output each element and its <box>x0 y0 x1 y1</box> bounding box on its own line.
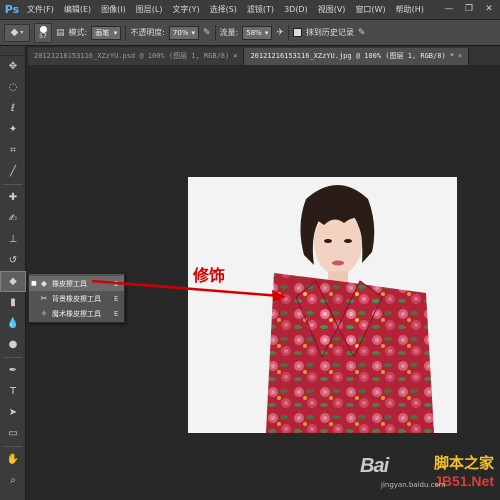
clone-stamp-tool-icon[interactable]: ⊥ <box>0 229 26 250</box>
blur-tool-icon[interactable]: 💧 <box>0 313 26 334</box>
menu-3d[interactable]: 3D(D) <box>279 0 313 20</box>
shortcut-key: E <box>114 294 119 303</box>
erase-history-checkbox[interactable] <box>292 28 302 37</box>
window-controls: — ❐ ✕ <box>442 3 496 15</box>
flyout-item-eraser[interactable]: ■ ◆ 橡皮擦工具 E <box>29 276 124 291</box>
flyout-item-label: 橡皮擦工具 <box>52 279 87 288</box>
chevron-down-icon: ▾ <box>191 28 195 37</box>
magic-wand-tool-icon[interactable]: ✦ <box>0 119 26 140</box>
divider <box>125 24 127 41</box>
minimize-button[interactable]: — <box>442 3 456 15</box>
eraser-tool-flyout: ■ ◆ 橡皮擦工具 E ✂ 背景橡皮擦工具 E ✧ 魔术橡皮擦工具 E <box>28 273 125 323</box>
marquee-tool-icon[interactable]: ◌ <box>0 77 26 98</box>
divider <box>287 24 289 41</box>
zoom-tool-icon[interactable]: ⌕ <box>0 470 26 491</box>
divider <box>3 357 22 358</box>
move-tool-icon[interactable]: ✥ <box>0 56 26 77</box>
background-eraser-icon: ✂ <box>40 294 48 303</box>
menu-view[interactable]: 视图(V) <box>313 0 351 20</box>
selected-dot-icon: ■ <box>31 280 37 287</box>
document-canvas[interactable] <box>188 177 457 433</box>
shortcut-key: E <box>114 309 119 318</box>
flow-value: 58% <box>246 28 262 37</box>
opacity-label: 不透明度: <box>130 28 165 37</box>
pen-tool-icon[interactable]: ✒ <box>0 360 26 381</box>
eraser-tool-icon[interactable]: ◆ <box>0 271 26 292</box>
divider <box>3 184 22 185</box>
tab-jpg-document[interactable]: 20121216153116_XZzYU.jpg @ 100% (图层 1, R… <box>244 48 470 65</box>
magic-eraser-icon: ✧ <box>40 309 48 318</box>
path-selection-tool-icon[interactable]: ➤ <box>0 402 26 423</box>
tab-label: 20121216153116_XZzYU.jpg @ 100% (图层 1, R… <box>250 52 455 60</box>
annotation-label: 修饰 <box>193 266 226 285</box>
gradient-tool-icon[interactable]: ▮ <box>0 292 26 313</box>
menu-bar: Ps 文件(F) 编辑(E) 图像(I) 图层(L) 文字(Y) 选择(S) 滤… <box>0 0 500 20</box>
mode-select[interactable]: 画笔 ▾ <box>91 25 122 40</box>
brush-tool-icon[interactable]: ✍ <box>0 208 26 229</box>
eraser-icon: ◆ <box>10 27 19 38</box>
options-bar: ◆ ▾ 57 ▤ 模式: 画笔 ▾ 不透明度: 70% ▾ ✎ 流量: 58% … <box>0 20 500 46</box>
chevron-down-icon: ▾ <box>113 28 118 37</box>
tool-preset-picker[interactable]: ◆ ▾ <box>4 23 30 42</box>
type-tool-icon[interactable]: T <box>0 381 26 402</box>
tab-label: 20121216153116_XZzYU.psd @ 100% (图层 1, R… <box>34 52 230 60</box>
menu-type[interactable]: 文字(Y) <box>167 0 204 20</box>
close-icon[interactable]: × <box>458 52 462 60</box>
chevron-down-icon: ▾ <box>264 28 269 37</box>
tools-panel: ✥ ◌ ℓ ✦ ⌗ ╱ ✚ ✍ ⊥ ↺ ◆ ▮ 💧 ● ✒ T ➤ ▭ ✋ ⌕ <box>0 46 26 500</box>
close-icon[interactable]: × <box>233 52 237 60</box>
menu-window[interactable]: 窗口(W) <box>350 0 390 20</box>
flyout-item-label: 背景橡皮擦工具 <box>52 294 101 303</box>
flyout-item-magic-eraser[interactable]: ✧ 魔术橡皮擦工具 E <box>29 306 124 321</box>
eraser-icon: ◆ <box>40 279 48 288</box>
airbrush-icon[interactable]: ✈ <box>276 28 284 38</box>
hand-tool-icon[interactable]: ✋ <box>0 449 26 470</box>
menu-file[interactable]: 文件(F) <box>22 0 59 20</box>
photoshop-window: Ps 文件(F) 编辑(E) 图像(I) 图层(L) 文字(Y) 选择(S) 滤… <box>0 0 500 500</box>
brush-size-value: 57 <box>39 32 47 40</box>
close-button[interactable]: ✕ <box>482 3 496 15</box>
menu-layer[interactable]: 图层(L) <box>131 0 168 20</box>
pressure-opacity-icon[interactable]: ✎ <box>203 28 211 38</box>
panel-grip[interactable] <box>0 46 25 56</box>
opacity-value: 70% <box>172 28 189 37</box>
menu-select[interactable]: 选择(S) <box>205 0 242 20</box>
crop-tool-icon[interactable]: ⌗ <box>0 140 26 161</box>
brush-preset-picker[interactable]: 57 <box>34 22 52 43</box>
erase-history-label: 抹到历史记录 <box>305 28 354 37</box>
flyout-item-background-eraser[interactable]: ✂ 背景橡皮擦工具 E <box>29 291 124 306</box>
opacity-field[interactable]: 70% ▾ <box>168 25 199 40</box>
menu-help[interactable]: 帮助(H) <box>391 0 429 20</box>
shape-tool-icon[interactable]: ▭ <box>0 423 26 444</box>
divider <box>214 24 216 41</box>
dodge-tool-icon[interactable]: ● <box>0 334 26 355</box>
flyout-item-label: 魔术橡皮擦工具 <box>52 309 101 318</box>
mode-value: 画笔 <box>95 28 110 37</box>
menu-edit[interactable]: 编辑(E) <box>59 0 96 20</box>
chevron-down-icon: ▾ <box>20 29 24 36</box>
jb51-cn-text: 脚本之家 <box>433 454 494 472</box>
divider <box>3 446 22 447</box>
menu-image[interactable]: 图像(I) <box>96 0 131 20</box>
restore-button[interactable]: ❐ <box>462 3 476 15</box>
baidu-watermark: Bai <box>360 455 389 477</box>
lasso-tool-icon[interactable]: ℓ <box>0 98 26 119</box>
baidu-jingyan-url: jingyan.baidu.com <box>381 481 446 489</box>
healing-brush-tool-icon[interactable]: ✚ <box>0 187 26 208</box>
brush-panel-icon[interactable]: ▤ <box>56 28 65 38</box>
history-brush-tool-icon[interactable]: ↺ <box>0 250 26 271</box>
flow-field[interactable]: 58% ▾ <box>242 25 273 40</box>
pressure-size-icon[interactable]: ✎ <box>358 28 366 38</box>
menu-filter[interactable]: 滤镜(T) <box>242 0 279 20</box>
tab-psd-document[interactable]: 20121216153116_XZzYU.psd @ 100% (图层 1, R… <box>28 48 245 65</box>
eyedropper-tool-icon[interactable]: ╱ <box>0 161 26 182</box>
photo-woman-floral-coat <box>266 185 434 433</box>
shortcut-key: E <box>114 279 119 288</box>
brush-tip-icon <box>39 25 47 33</box>
flow-label: 流量: <box>219 28 239 37</box>
mode-label: 模式: <box>68 28 88 37</box>
document-tab-bar: 20121216153116_XZzYU.psd @ 100% (图层 1, R… <box>28 47 500 65</box>
ps-logo: Ps <box>4 3 20 16</box>
